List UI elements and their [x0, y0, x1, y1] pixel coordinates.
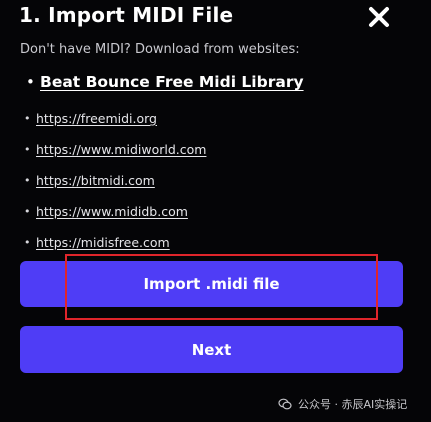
- wechat-icon: [278, 398, 292, 410]
- bullet: •: [26, 73, 35, 91]
- watermark-text: 公众号 · 赤辰AI实操记: [298, 398, 408, 411]
- next-button[interactable]: Next: [20, 326, 403, 373]
- list-item: • https://bitmidi.com: [24, 165, 206, 196]
- bullet: •: [24, 112, 31, 125]
- list-item: • https://midisfree.com: [24, 227, 206, 258]
- list-item: • https://www.midiworld.com: [24, 134, 206, 165]
- import-midi-dialog: 1. Import MIDI File Don't have MIDI? Dow…: [0, 0, 431, 422]
- bullet: •: [24, 174, 31, 187]
- bullet: •: [24, 236, 31, 249]
- list-item: • https://freemidi.org: [24, 103, 206, 134]
- list-item: • https://www.mididb.com: [24, 196, 206, 227]
- midi-site-list: • https://freemidi.org • https://www.mid…: [24, 103, 206, 258]
- dialog-title: 1. Import MIDI File: [19, 3, 234, 27]
- featured-link-item: • Beat Bounce Free Midi Library: [26, 70, 304, 94]
- freemidi-link[interactable]: https://freemidi.org: [36, 111, 157, 126]
- import-midi-button[interactable]: Import .midi file: [20, 261, 403, 307]
- bullet: •: [24, 205, 31, 218]
- bitmidi-link[interactable]: https://bitmidi.com: [36, 173, 155, 188]
- download-hint: Don't have MIDI? Download from websites:: [20, 42, 300, 57]
- close-button[interactable]: [366, 4, 392, 30]
- midiworld-link[interactable]: https://www.midiworld.com: [36, 142, 206, 157]
- close-icon: [369, 7, 389, 27]
- watermark: 公众号 · 赤辰AI实操记: [278, 396, 407, 412]
- beat-bounce-library-link[interactable]: Beat Bounce Free Midi Library: [40, 73, 304, 91]
- midisfree-link[interactable]: https://midisfree.com: [36, 235, 170, 250]
- bullet: •: [24, 143, 31, 156]
- mididb-link[interactable]: https://www.mididb.com: [36, 204, 188, 219]
